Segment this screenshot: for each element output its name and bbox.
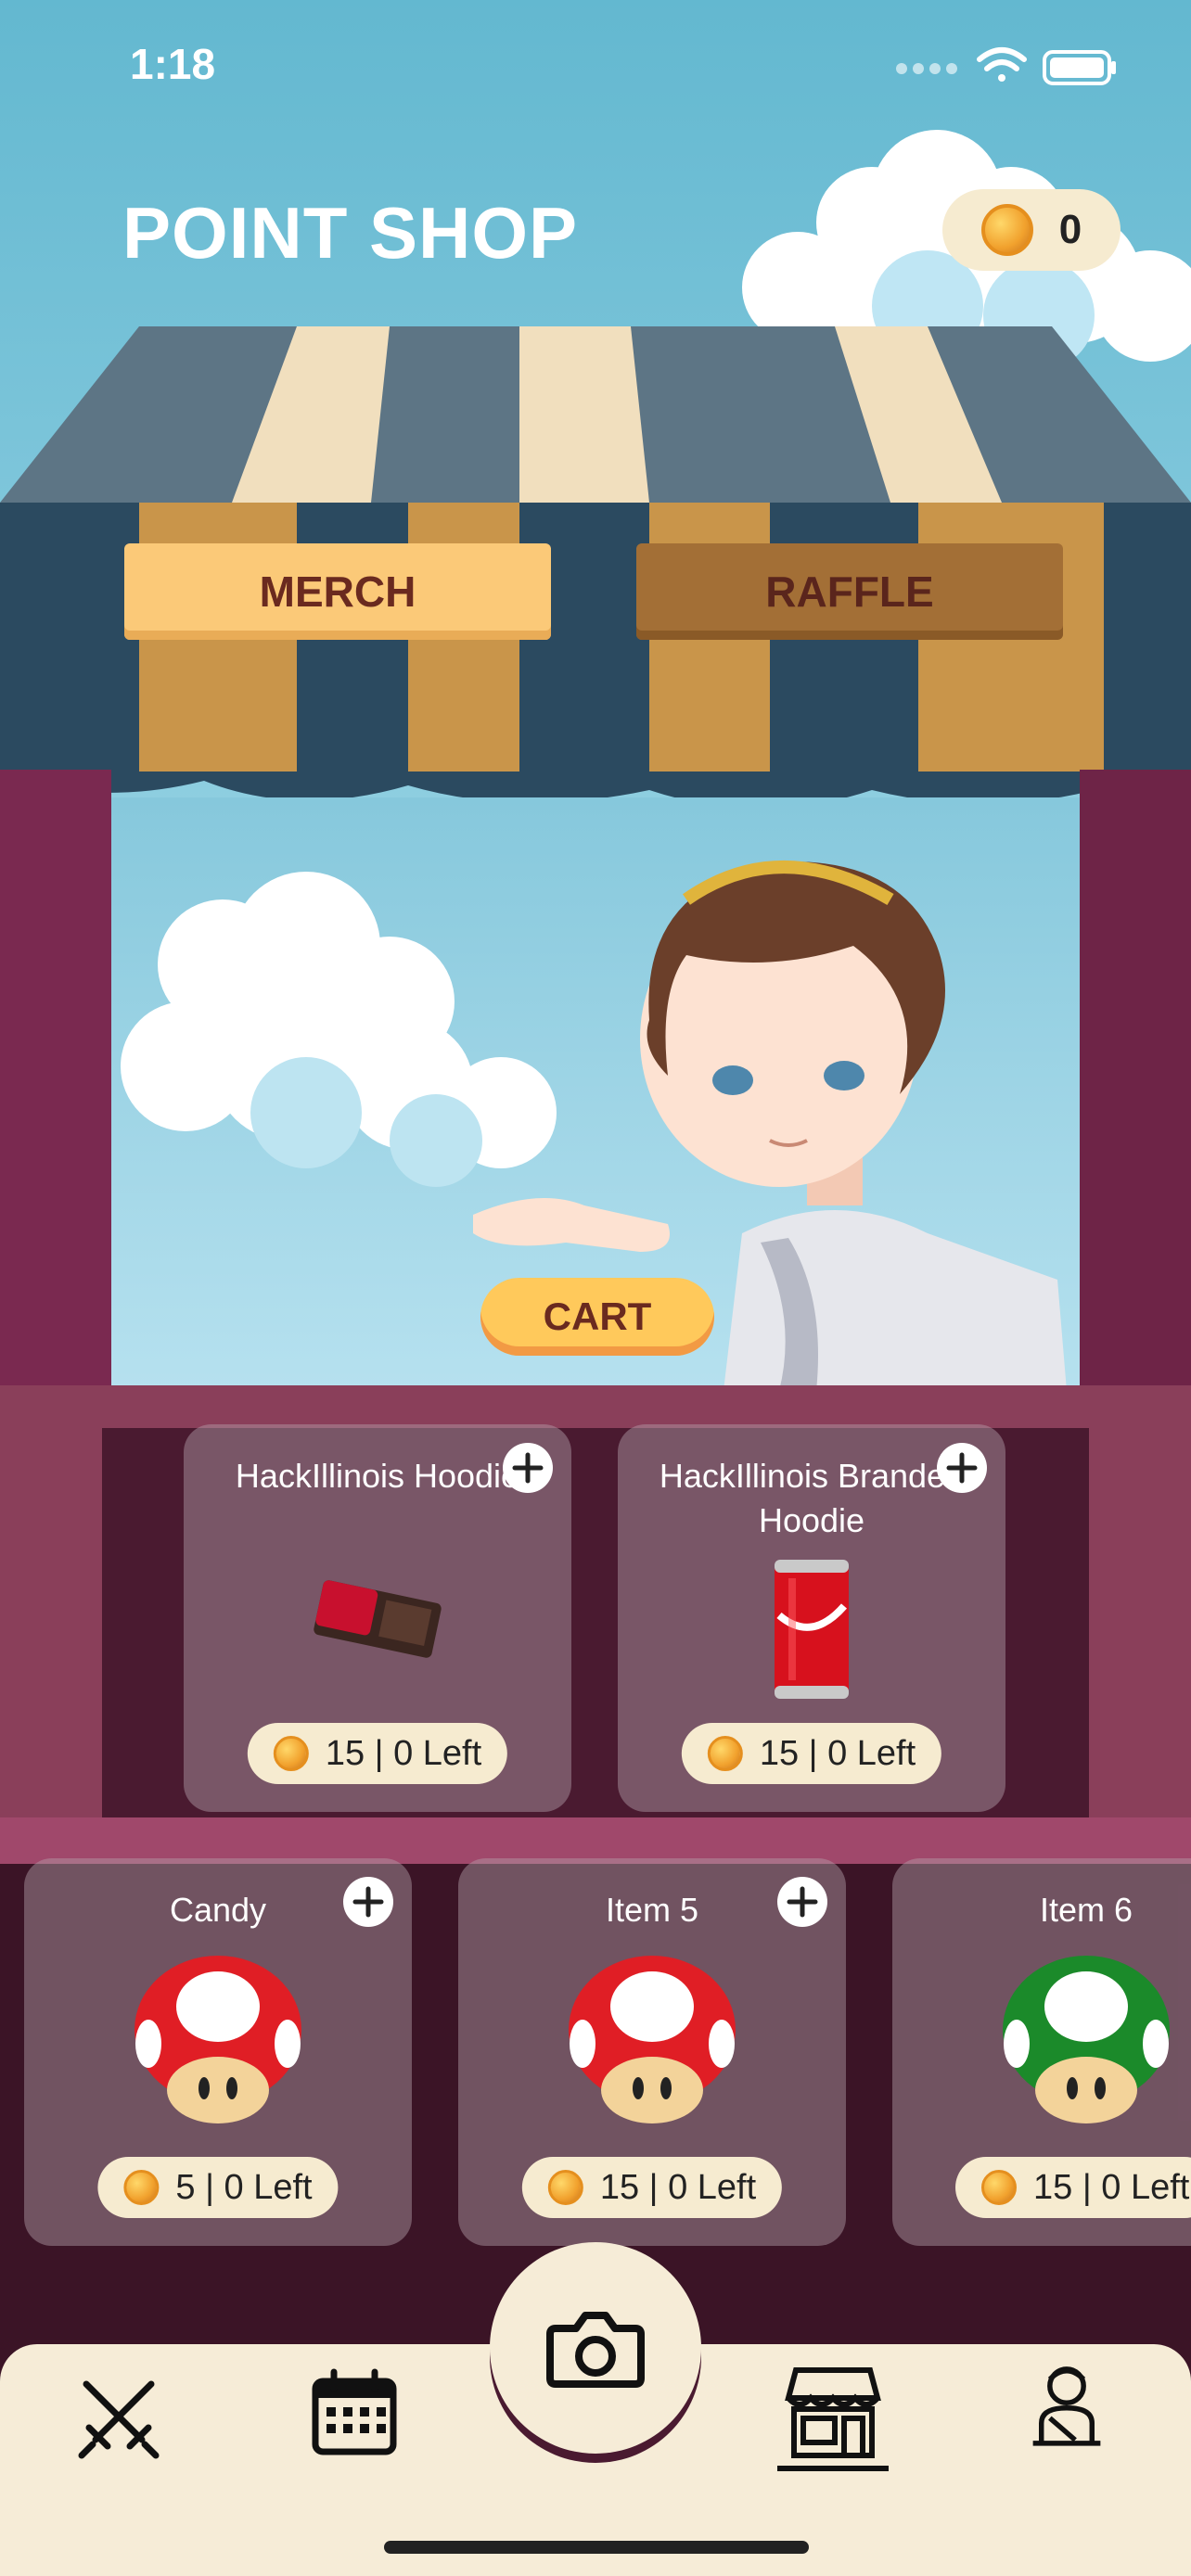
cellular-icon (896, 63, 957, 74)
status-time: 1:18 (130, 40, 216, 88)
item-price: 15 | 0 Left (955, 2157, 1191, 2218)
page-title: POINT SHOP (122, 192, 579, 274)
item-name: Item 6 (1039, 1891, 1133, 1929)
coca-cola-can-image (775, 1560, 849, 1699)
plus-icon (946, 1452, 978, 1484)
item-price-text: 15 | 0 Left (599, 2167, 757, 2207)
coin-icon (123, 2170, 160, 2205)
camera-icon (546, 2312, 645, 2388)
points-count: 0 (1058, 207, 1082, 252)
coin-icon (981, 2170, 1017, 2205)
item-price: 15 | 0 Left (247, 1723, 508, 1784)
cart-button[interactable]: CART (480, 1278, 714, 1356)
calendar-icon[interactable] (308, 2366, 401, 2459)
item-price: 15 | 0 Left (681, 1723, 942, 1784)
item-card[interactable]: HackIllinois Hoodie 15 | 0 Left (184, 1424, 571, 1812)
home-indicator (384, 2541, 809, 2554)
points-balance: 0 (942, 189, 1121, 271)
plus-icon (787, 1886, 818, 1918)
item-card[interactable]: Item 6 15 | 0 Left (892, 1858, 1191, 2246)
wifi-icon (977, 47, 1027, 82)
coin-icon (273, 1736, 309, 1771)
add-to-cart-button[interactable] (937, 1443, 987, 1493)
item-card[interactable]: Candy 5 | 0 Left (24, 1858, 412, 2246)
item-price-text: 15 | 0 Left (759, 1733, 916, 1773)
item-name: Item 5 (605, 1891, 699, 1929)
coin-icon (547, 2170, 583, 2205)
item-name: Candy (169, 1891, 267, 1929)
plus-icon (512, 1452, 544, 1484)
item-price-text: 5 | 0 Left (175, 2167, 313, 2207)
add-to-cart-button[interactable] (777, 1877, 827, 1927)
add-to-cart-button[interactable] (343, 1877, 393, 1927)
profile-icon[interactable] (1020, 2359, 1113, 2452)
red-mushroom-image (134, 1956, 301, 2123)
kitkat-bar-image (314, 1580, 442, 1658)
item-card[interactable]: Item 5 15 | 0 Left (458, 1858, 846, 2246)
tab-merch[interactable]: MERCH (124, 543, 551, 640)
green-mushroom-image (1003, 1956, 1170, 2123)
item-price-text: 15 | 0 Left (1033, 2167, 1190, 2207)
item-card[interactable]: HackIllinois Branded Hoodie 15 | 0 Left (618, 1424, 1005, 1812)
item-price-text: 15 | 0 Left (325, 1733, 482, 1773)
item-name: HackIllinois Branded Hoodie (659, 1457, 965, 1539)
item-price: 15 | 0 Left (521, 2157, 783, 2218)
red-mushroom-image (569, 1956, 736, 2123)
add-to-cart-button[interactable] (503, 1443, 553, 1493)
coin-icon (707, 1736, 743, 1771)
item-price: 5 | 0 Left (97, 2157, 339, 2218)
coin-icon (980, 204, 1033, 256)
swords-icon[interactable] (72, 2370, 165, 2463)
tab-raffle[interactable]: RAFFLE (636, 543, 1063, 640)
counter-rail (0, 1817, 1191, 1864)
shop-icon[interactable] (777, 2361, 889, 2472)
item-name: HackIllinois Hoodie (235, 1457, 520, 1495)
status-icons (896, 47, 1116, 85)
scan-button[interactable] (490, 2242, 701, 2454)
battery-icon (1043, 50, 1116, 85)
plus-icon (352, 1886, 384, 1918)
